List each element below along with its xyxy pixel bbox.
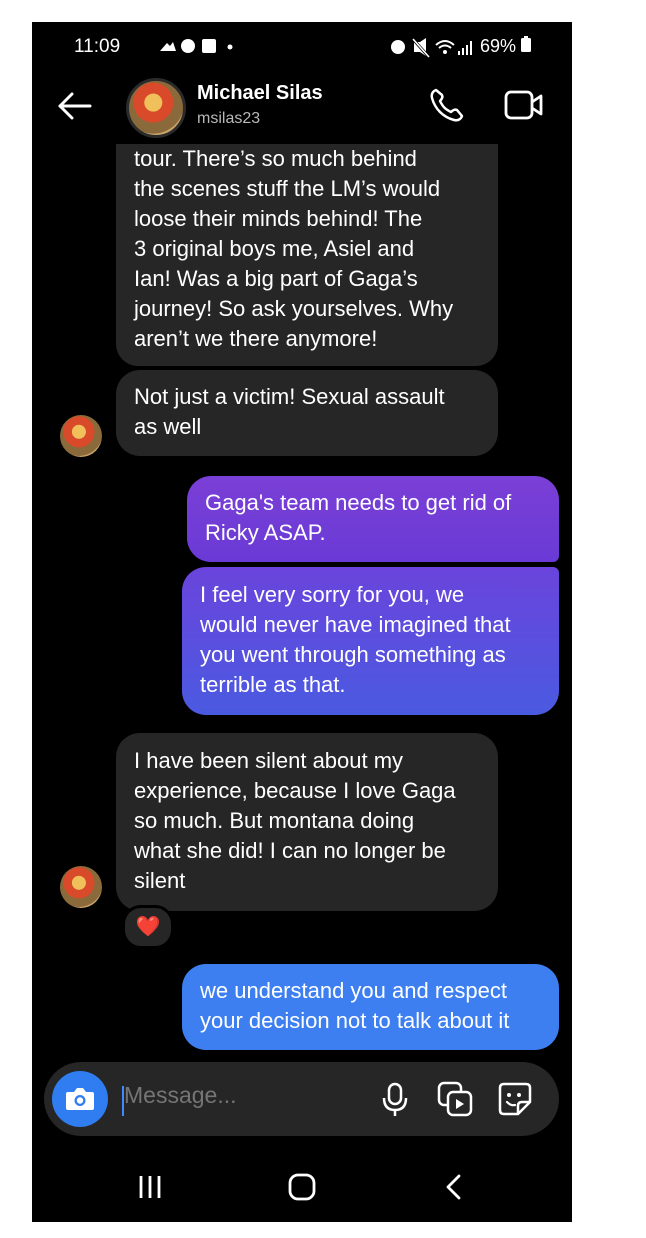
message-received[interactable]: tour. There’s so much behind the scenes …	[116, 144, 498, 366]
video-call-icon[interactable]	[504, 88, 544, 122]
battery-percent: 69%	[480, 36, 532, 57]
message-line: Ricky ASAP.	[205, 520, 326, 545]
sender-avatar[interactable]	[60, 866, 102, 908]
message-sent[interactable]: we understand you and respect your decis…	[182, 964, 559, 1050]
gallery-svg	[437, 1081, 473, 1117]
message-line: Ian! Was a big part of Gaga’s	[134, 266, 418, 291]
message-line: would never have imagined that	[200, 612, 511, 637]
nav-back-svg	[446, 1174, 461, 1200]
camera-icon[interactable]	[52, 1071, 108, 1127]
message-line: I have been silent about my	[134, 748, 404, 773]
notification-icons-svg	[160, 39, 233, 53]
sticker-svg	[498, 1082, 532, 1116]
message-sent[interactable]: Gaga's team needs to get rid of Ricky AS…	[187, 476, 559, 562]
message-line: experience, because I love Gaga	[134, 778, 456, 803]
message-received[interactable]: I have been silent about my experience, …	[116, 733, 498, 911]
sender-avatar[interactable]	[60, 415, 102, 457]
message-line: as well	[134, 414, 202, 439]
nav-back-icon[interactable]	[442, 1172, 466, 1202]
home-svg	[288, 1173, 316, 1201]
message-line: loose their minds behind! The	[134, 206, 423, 231]
message-line: what she did! I can no longer be	[134, 838, 446, 863]
message-received[interactable]: Not just a victim! Sexual assault as wel…	[116, 370, 498, 456]
home-icon[interactable]	[286, 1172, 318, 1202]
back-arrow-svg	[58, 92, 92, 120]
phone-icon[interactable]	[428, 86, 466, 124]
message-line: we understand you and respect	[200, 978, 507, 1003]
contact-handle[interactable]: msilas23	[197, 110, 260, 128]
system-nav-bar	[32, 1162, 572, 1222]
message-line: Gaga's team needs to get rid of	[205, 490, 512, 515]
microphone-icon[interactable]	[378, 1082, 412, 1118]
recents-svg	[139, 1176, 161, 1198]
message-line: so much. But montana doing	[134, 808, 415, 833]
message-line: silent	[134, 868, 186, 893]
message-input[interactable]	[124, 1082, 374, 1109]
message-line: Not just a victim! Sexual assault	[134, 384, 445, 409]
microphone-svg	[382, 1082, 408, 1116]
heart-reaction-icon[interactable]: ❤️	[122, 905, 174, 949]
battery-icon	[521, 36, 532, 52]
message-line: I feel very sorry for you, we	[200, 582, 465, 607]
message-sent[interactable]: I feel very sorry for you, we would neve…	[182, 567, 559, 715]
message-line: the scenes stuff the LM’s would	[134, 176, 441, 201]
phone-screen: 11:09 69% Michael Silas msilas23 tour. T…	[32, 22, 572, 1222]
message-line: journey! So ask yourselves. Why	[134, 296, 454, 321]
status-time: 11:09	[74, 36, 121, 57]
message-line: aren’t we there anymore!	[134, 326, 378, 351]
back-arrow-icon[interactable]	[54, 86, 94, 126]
camera-icon-svg	[66, 1088, 94, 1110]
sticker-icon[interactable]	[496, 1080, 534, 1118]
message-line: tour. There’s so much behind	[134, 146, 417, 171]
avatar[interactable]	[126, 78, 186, 138]
notification-icons	[158, 36, 238, 60]
message-line: 3 original boys me, Asiel and	[134, 236, 415, 261]
message-line: your decision not to talk about it	[200, 1008, 510, 1033]
status-bar: 11:09 69%	[32, 22, 572, 70]
phone-icon-svg	[430, 88, 464, 122]
system-icons	[388, 36, 478, 61]
message-line: you went through something as	[200, 642, 506, 667]
video-call-svg	[504, 90, 543, 120]
system-icons-svg	[391, 37, 472, 58]
battery-value: 69%	[480, 36, 517, 56]
contact-name[interactable]: Michael Silas	[197, 82, 323, 105]
message-line: terrible as that.	[200, 672, 346, 697]
gallery-icon[interactable]	[436, 1080, 474, 1118]
recents-icon[interactable]	[136, 1172, 164, 1202]
